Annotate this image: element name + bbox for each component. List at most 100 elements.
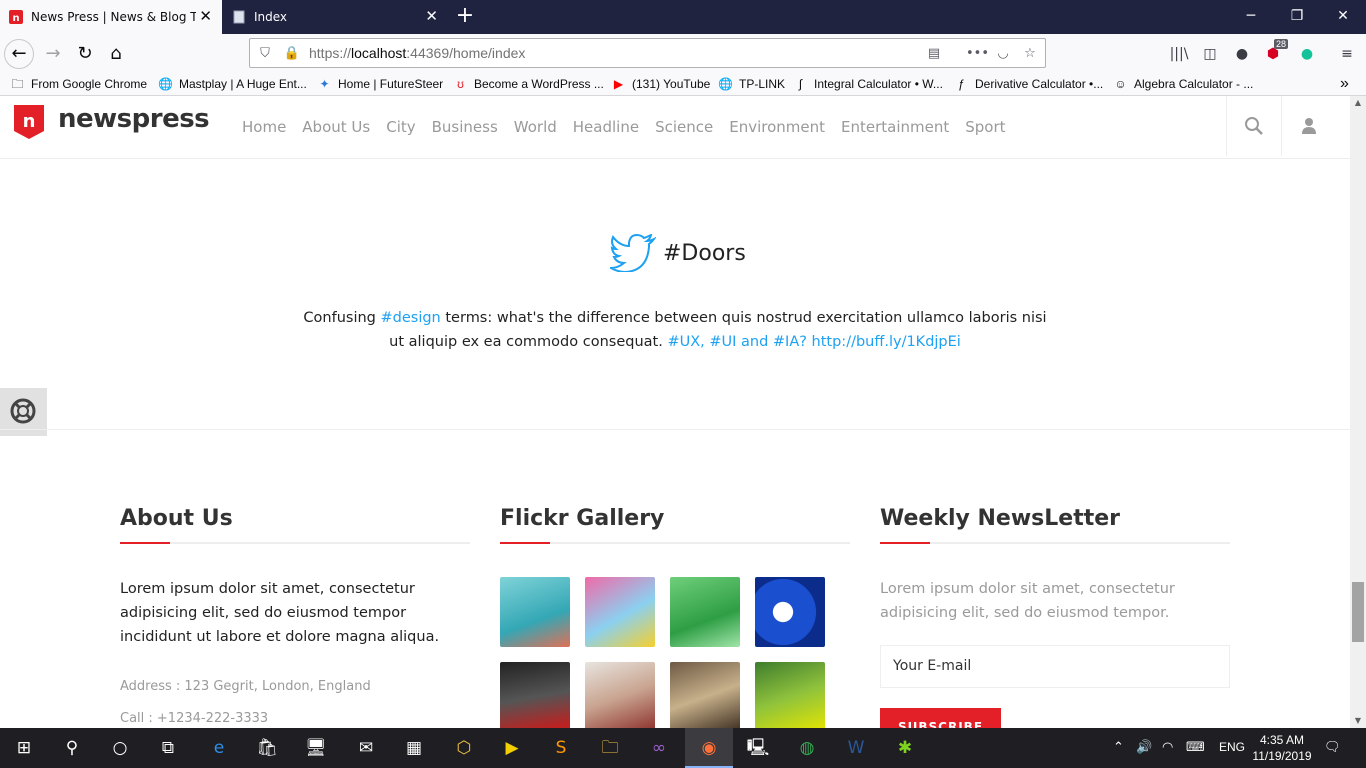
search-icon[interactable] <box>1244 116 1264 136</box>
bookmark-item[interactable]: ƒ Derivative Calculator •... <box>954 75 1103 93</box>
tweet-link[interactable]: http://buff.ly/1KdjpEi <box>812 334 961 350</box>
menu-item-science[interactable]: Science <box>655 118 713 136</box>
bookmarks-bar: 🗀 From Google Chrome 🌐 Mastplay | A Huge E… <box>0 72 1366 96</box>
notifications-icon[interactable]: 🗨 <box>1324 740 1341 755</box>
more-bookmarks-icon[interactable]: » <box>1340 75 1349 93</box>
page-scrollbar[interactable]: ▲ ▼ <box>1350 96 1366 728</box>
flickr-thumbnail[interactable] <box>500 577 570 647</box>
bookmark-item[interactable]: ✦ Home | FutureSteer <box>317 75 443 93</box>
flickr-thumbnail[interactable] <box>755 662 825 728</box>
firefox-icon[interactable]: ◉ <box>697 736 721 760</box>
flickr-thumbnail[interactable] <box>670 662 740 728</box>
reader-view-icon[interactable]: ▤ <box>925 45 943 63</box>
menu-item-environment[interactable]: Environment <box>729 118 825 136</box>
visual-studio-icon[interactable]: ∞ <box>647 736 671 760</box>
pocket-icon[interactable]: ◡ <box>994 45 1012 63</box>
keyboard-icon[interactable]: ⌨ <box>1186 740 1205 755</box>
scroll-up-icon[interactable]: ▲ <box>1353 98 1363 107</box>
sidebar-icon[interactable]: ◫ <box>1199 43 1221 65</box>
menu-item-entertainment[interactable]: Entertainment <box>841 118 949 136</box>
svg-text:n: n <box>12 13 19 24</box>
home-button[interactable]: ⌂ <box>101 39 131 69</box>
app-icon[interactable]: ✱ <box>893 736 917 760</box>
window-close-button[interactable]: ✕ <box>1320 0 1366 34</box>
flickr-thumbnail[interactable] <box>585 662 655 728</box>
bookmark-item[interactable]: ∫ Integral Calculator • W... <box>793 75 943 93</box>
control-panel-icon[interactable]: 🖥 <box>304 736 328 760</box>
grammarly-icon[interactable]: ● <box>1296 43 1318 65</box>
calculator-icon: ƒ <box>958 76 965 91</box>
store-icon[interactable]: 🛍 <box>255 736 279 760</box>
mail-icon[interactable]: ✉ <box>354 736 378 760</box>
minimize-button[interactable]: ─ <box>1228 0 1274 34</box>
new-tab-button[interactable]: + <box>452 4 478 30</box>
library-icon[interactable]: |||\ <box>1168 43 1190 65</box>
page-actions-icon[interactable]: ••• <box>966 45 989 63</box>
menu-item-headline[interactable]: Headline <box>573 118 639 136</box>
bookmark-item[interactable]: 🌐 Mastplay | A Huge Ent... <box>158 75 307 93</box>
url-text[interactable]: https://localhost:44369/home/index <box>309 45 525 61</box>
tab-title: News Press | News & Blog Temp <box>31 10 196 24</box>
user-icon[interactable] <box>1299 116 1319 136</box>
word-icon[interactable]: W <box>844 736 868 760</box>
task-view-icon[interactable]: ⧉ <box>156 736 180 760</box>
windows-start-icon[interactable]: ⊞ <box>12 736 36 760</box>
bookmark-item[interactable]: ʊ Become a WordPress ... <box>453 75 604 93</box>
3d-box-icon[interactable]: ⬡ <box>452 736 476 760</box>
search-icon[interactable]: ⚲ <box>60 736 84 760</box>
hashtag-link[interactable]: #UX, #UI and #IA? <box>667 334 807 350</box>
account-icon[interactable]: ● <box>1231 43 1253 65</box>
taskbar-clock[interactable]: 4:35 AM 11/19/2019 <box>1252 732 1312 764</box>
language-indicator[interactable]: ENG <box>1219 740 1245 754</box>
close-icon[interactable]: ✕ <box>199 8 212 24</box>
lock-warning-icon[interactable]: 🔒 <box>283 45 301 63</box>
bookmark-star-icon[interactable]: ☆ <box>1021 45 1039 63</box>
scroll-down-icon[interactable]: ▼ <box>1353 716 1363 725</box>
menu-icon[interactable]: ≡ <box>1336 43 1358 65</box>
cortana-icon[interactable]: ○ <box>108 736 132 760</box>
scrollbar-thumb[interactable] <box>1352 582 1364 642</box>
reload-button[interactable]: ↻ <box>70 39 100 69</box>
volume-icon[interactable]: 🔊 <box>1136 740 1152 755</box>
menu-item-business[interactable]: Business <box>432 118 498 136</box>
address-bar[interactable]: ⛉ 🔒 https://localhost:44369/home/index ▤… <box>249 38 1046 68</box>
edge-icon[interactable]: e <box>207 736 231 760</box>
wifi-icon[interactable]: ◠ <box>1162 740 1173 755</box>
menu-item-city[interactable]: City <box>386 118 415 136</box>
bookmark-item[interactable]: ☺ Algebra Calculator - ... <box>1113 75 1253 93</box>
footer-newsletter-column: Weekly NewsLetter Lorem ipsum dolor sit … <box>880 506 1230 728</box>
subscribe-button[interactable]: SUBSCRIBE <box>880 708 1001 728</box>
menu-item-sport[interactable]: Sport <box>965 118 1005 136</box>
newspress-logo-icon[interactable]: n <box>14 105 44 139</box>
flickr-thumbnail[interactable] <box>500 662 570 728</box>
sublime-text-icon[interactable]: S <box>549 736 573 760</box>
close-icon[interactable]: ✕ <box>425 8 438 24</box>
remote-desktop-icon[interactable]: 🖳 <box>746 736 770 760</box>
shield-icon[interactable]: ⛉ <box>256 45 274 63</box>
bookmark-item[interactable]: ▶ (131) YouTube <box>611 75 710 93</box>
tab-index[interactable]: Index ✕ <box>223 0 448 34</box>
globe-icon: 🌐 <box>718 76 733 91</box>
menu-item-about-us[interactable]: About Us <box>302 118 370 136</box>
calculator-icon[interactable]: ▦ <box>402 736 426 760</box>
media-player-icon[interactable]: ▶ <box>500 736 524 760</box>
hashtag-link[interactable]: #design <box>381 310 441 326</box>
menu-item-home[interactable]: Home <box>242 118 286 136</box>
tab-newspress[interactable]: n News Press | News & Blog Temp ✕ <box>0 0 222 34</box>
restore-button[interactable]: ❐ <box>1274 0 1320 34</box>
chrome-icon[interactable]: ◍ <box>795 736 819 760</box>
main-menu: Home About Us City Business World Headli… <box>242 118 1022 136</box>
email-field[interactable]: Your E-mail <box>880 645 1230 688</box>
bookmark-item[interactable]: 🌐 TP-LINK <box>718 75 785 93</box>
bookmark-folder[interactable]: 🗀 From Google Chrome <box>10 75 147 93</box>
calculator-icon: ∫ <box>798 76 803 91</box>
forward-button[interactable]: → <box>38 39 68 69</box>
flickr-thumbnail[interactable] <box>670 577 740 647</box>
flickr-thumbnail[interactable] <box>585 577 655 647</box>
menu-item-world[interactable]: World <box>514 118 557 136</box>
back-button[interactable]: ← <box>4 39 34 69</box>
file-explorer-icon[interactable]: 🗀 <box>598 736 622 760</box>
flickr-thumbnail[interactable] <box>755 577 825 647</box>
site-logo-text[interactable]: newspress <box>58 104 210 134</box>
show-hidden-icons[interactable]: ⌃ <box>1113 740 1124 755</box>
